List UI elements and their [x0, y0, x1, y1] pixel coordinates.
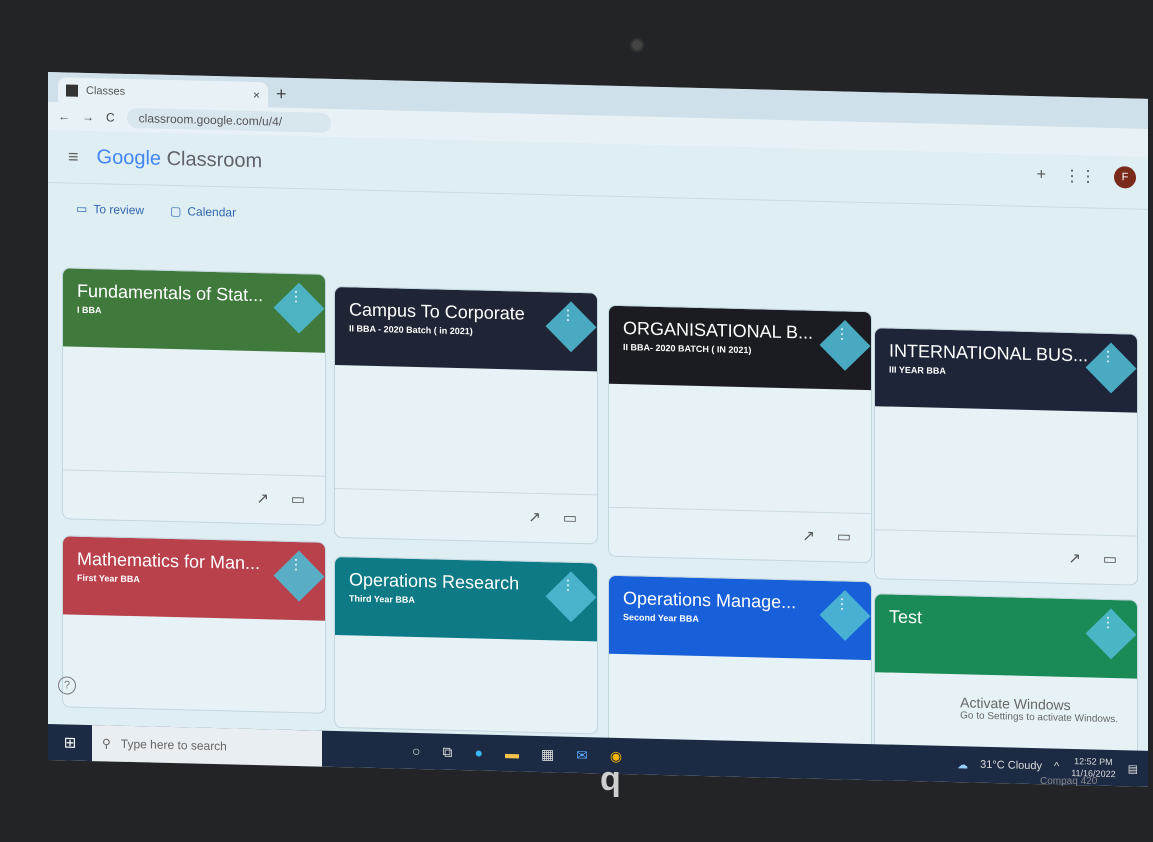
class-card[interactable]: ORGANISATIONAL B... II BBA- 2020 BATCH ( …	[608, 304, 872, 564]
tab-title: Classes	[86, 84, 126, 98]
search-placeholder: Type here to search	[120, 736, 227, 754]
more-options-icon[interactable]: ⋮	[561, 577, 575, 594]
class-banner[interactable]: Mathematics for Man... First Year BBA ⋮	[63, 536, 325, 621]
folder-icon[interactable]: ▭	[837, 527, 851, 545]
trending-icon[interactable]: ↗	[256, 489, 269, 507]
taskbar-apps: ○ ⧉ ● ▬ ▦ ✉ ◉	[322, 740, 622, 764]
header-actions: + ⋮⋮ F	[1037, 164, 1136, 189]
windows-start-icon[interactable]: ⊞	[48, 733, 92, 752]
more-options-icon[interactable]: ⋮	[561, 307, 575, 324]
laptop-model: Compaq 420	[1040, 776, 1098, 787]
class-card[interactable]: Fundamentals of Stat... I BBA ⋮ ↗ ▭	[62, 267, 326, 526]
file-explorer-icon[interactable]: ▬	[505, 745, 519, 762]
card-footer: ↗ ▭	[875, 529, 1137, 585]
reload-icon[interactable]: C	[106, 110, 115, 124]
more-options-icon[interactable]: ⋮	[289, 556, 303, 573]
trending-icon[interactable]: ↗	[1068, 549, 1081, 567]
class-grid: Fundamentals of Stat... I BBA ⋮ ↗ ▭ Campus To…	[62, 267, 1138, 772]
card-footer: ↗ ▭	[335, 488, 597, 544]
more-options-icon[interactable]: ⋮	[835, 325, 849, 342]
task-view-icon[interactable]: ⧉	[442, 743, 452, 760]
trending-icon[interactable]: ↗	[528, 508, 541, 526]
class-banner[interactable]: Operations Research Third Year BBA ⋮	[335, 557, 597, 642]
class-banner[interactable]: Test ⋮	[875, 594, 1137, 679]
calendar-label: Calendar	[187, 204, 237, 220]
edge-icon[interactable]: ●	[474, 744, 482, 761]
class-banner[interactable]: ORGANISATIONAL B... II BBA- 2020 BATCH ( …	[609, 305, 871, 391]
menu-icon[interactable]: ≡	[68, 146, 79, 167]
weather-icon: ☁	[957, 758, 969, 771]
more-options-icon[interactable]: ⋮	[1101, 614, 1115, 631]
folder-icon[interactable]: ▭	[1103, 550, 1117, 568]
help-icon[interactable]: ?	[58, 676, 76, 695]
new-tab-button[interactable]: +	[276, 84, 287, 105]
screen: Classes × + ← → C classroom.google.com/u…	[48, 72, 1148, 787]
to-review-label: To review	[93, 202, 145, 218]
back-icon[interactable]: ←	[58, 109, 70, 123]
more-options-icon[interactable]: ⋮	[289, 288, 303, 305]
class-banner[interactable]: INTERNATIONAL BUS... III YEAR BBA ⋮	[875, 328, 1137, 413]
mail-icon[interactable]: ✉	[576, 746, 588, 763]
card-footer: ↗ ▭	[609, 506, 871, 563]
calendar-link[interactable]: ▢ Calendar	[170, 204, 236, 220]
notification-icon[interactable]: ▤	[1128, 762, 1138, 775]
cortana-icon[interactable]: ○	[412, 742, 420, 759]
calendar-icon: ▢	[170, 203, 182, 219]
class-card[interactable]: Operations Manage... Second Year BBA ⋮	[608, 574, 872, 754]
review-icon: ▭	[76, 201, 88, 216]
forward-icon[interactable]: →	[82, 110, 94, 124]
class-banner[interactable]: Operations Manage... Second Year BBA ⋮	[609, 575, 871, 661]
logo-classroom: Classroom	[166, 147, 263, 172]
to-review-link[interactable]: ▭ To review	[76, 202, 144, 218]
taskbar-search[interactable]: ⚲ Type here to search	[92, 725, 322, 767]
more-options-icon[interactable]: ⋮	[835, 595, 849, 612]
apps-grid-icon[interactable]: ⋮⋮	[1064, 166, 1096, 187]
browser-tab[interactable]: Classes ×	[58, 77, 268, 108]
webcam	[630, 38, 644, 52]
add-icon[interactable]: +	[1037, 166, 1046, 184]
url-input[interactable]: classroom.google.com/u/4/	[126, 107, 331, 133]
class-card[interactable]: Campus To Corporate II BBA - 2020 Batch (…	[334, 285, 598, 545]
avatar[interactable]: F	[1114, 166, 1136, 189]
trending-icon[interactable]: ↗	[802, 526, 815, 544]
card-footer: ↗ ▭	[63, 469, 325, 525]
tray-chevron-icon[interactable]: ^	[1054, 761, 1059, 773]
store-icon[interactable]: ▦	[541, 746, 554, 763]
class-banner[interactable]: Campus To Corporate II BBA - 2020 Batch (…	[335, 287, 597, 372]
activate-windows-watermark: Activate Windows Go to Settings to activ…	[960, 694, 1118, 725]
app-logo[interactable]: Google Classroom	[97, 146, 263, 173]
logo-google: Google	[96, 145, 162, 170]
class-card[interactable]: INTERNATIONAL BUS... III YEAR BBA ⋮ ↗ ▭	[874, 327, 1138, 586]
class-card[interactable]: Mathematics for Man... First Year BBA ⋮	[62, 535, 326, 714]
tab-close-icon[interactable]: ×	[253, 88, 260, 102]
folder-icon[interactable]: ▭	[291, 490, 305, 508]
class-banner[interactable]: Fundamentals of Stat... I BBA ⋮	[63, 268, 325, 353]
compaq-logo: q	[600, 760, 621, 798]
class-card[interactable]: Operations Research Third Year BBA ⋮	[334, 555, 598, 735]
search-icon: ⚲	[102, 736, 111, 751]
more-options-icon[interactable]: ⋮	[1101, 348, 1115, 365]
folder-icon[interactable]: ▭	[563, 509, 577, 527]
classroom-favicon-icon	[66, 83, 78, 97]
clock-time: 12:52 PM	[1074, 756, 1113, 768]
weather-text[interactable]: 31°C Cloudy	[980, 759, 1042, 773]
